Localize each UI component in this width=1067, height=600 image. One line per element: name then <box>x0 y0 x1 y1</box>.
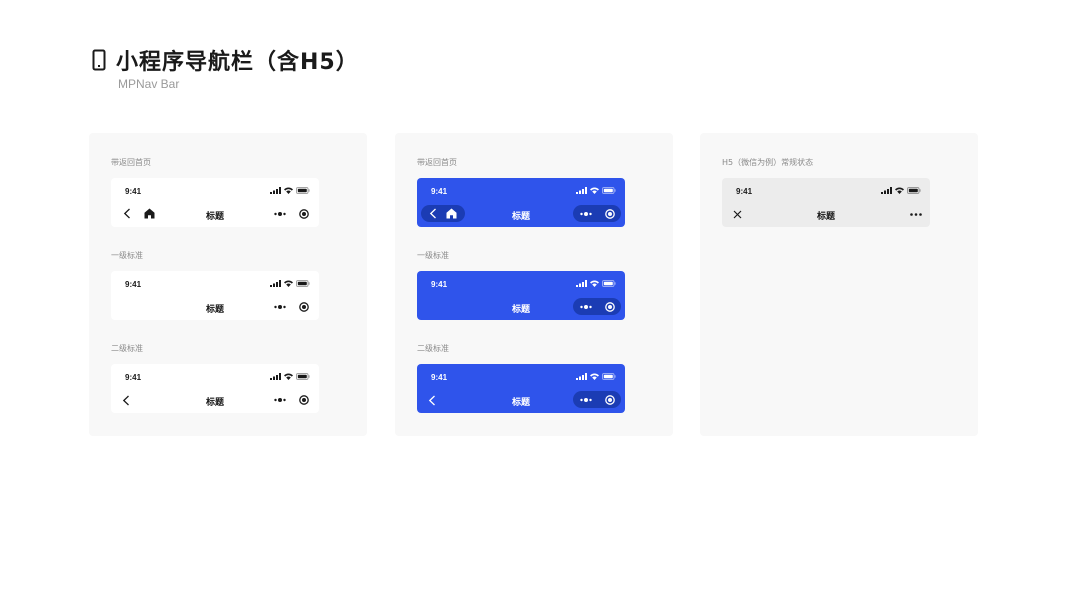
status-time: 9:41 <box>125 373 142 382</box>
target-icon[interactable] <box>604 394 615 405</box>
status-time: 9:41 <box>736 187 753 196</box>
signal-icon <box>576 187 587 194</box>
battery-icon <box>296 373 310 380</box>
wifi-icon <box>284 373 293 380</box>
target-icon[interactable] <box>604 208 615 219</box>
page-title: 小程序导航栏（含H5） <box>116 50 359 75</box>
page-header: 小程序导航栏（含H5） MPNav Bar <box>92 44 359 91</box>
battery-icon <box>602 280 616 287</box>
panel-h5: H5（微信为例）常规状态 9:41 标题 <box>700 133 978 436</box>
nav-bar-h5: 9:41 标题 <box>722 178 930 227</box>
wifi-icon <box>284 280 293 287</box>
menu-capsule <box>573 205 621 222</box>
section-label: H5（微信为例）常规状态 <box>722 158 814 167</box>
target-icon[interactable] <box>604 301 615 312</box>
more-icon[interactable] <box>579 211 592 216</box>
battery-icon <box>907 187 921 194</box>
nav-bar-primary: 9:41 标题 <box>111 271 319 320</box>
section-label: 二级标准 <box>111 344 143 353</box>
nav-title: 标题 <box>816 212 835 222</box>
status-time: 9:41 <box>431 187 448 196</box>
status-icons <box>881 186 921 195</box>
wifi-icon <box>590 280 599 287</box>
wifi-icon <box>284 187 293 194</box>
signal-icon <box>576 280 587 287</box>
nav-bar-with-home: 9:41 标题 <box>417 178 625 227</box>
signal-icon <box>270 373 281 380</box>
menu-capsule <box>267 298 315 315</box>
wifi-icon <box>590 373 599 380</box>
signal-icon <box>881 187 892 194</box>
phone-icon <box>92 49 106 71</box>
battery-icon <box>602 187 616 194</box>
nav-bar-secondary: 9:41 标题 <box>111 364 319 413</box>
status-icons <box>270 186 310 195</box>
more-icon[interactable] <box>579 397 592 402</box>
nav-bar-secondary: 9:41 标题 <box>417 364 625 413</box>
battery-icon <box>296 280 310 287</box>
status-time: 9:41 <box>431 280 448 289</box>
menu-capsule <box>573 391 621 408</box>
more-icon[interactable] <box>908 207 924 221</box>
target-icon[interactable] <box>298 208 309 219</box>
more-icon[interactable] <box>579 304 592 309</box>
signal-icon <box>270 280 281 287</box>
target-icon[interactable] <box>298 394 309 405</box>
menu-capsule <box>573 298 621 315</box>
status-time: 9:41 <box>125 187 142 196</box>
more-icon[interactable] <box>273 211 286 216</box>
status-icons <box>576 279 616 288</box>
status-icons <box>270 372 310 381</box>
nav-bar-with-home: 9:41 标题 <box>111 178 319 227</box>
section-label: 二级标准 <box>417 344 449 353</box>
section-label: 带返回首页 <box>111 158 151 167</box>
more-icon[interactable] <box>273 397 286 402</box>
signal-icon <box>270 187 281 194</box>
target-icon[interactable] <box>298 301 309 312</box>
panel-light: 带返回首页 9:41 标题 一级标准 9:41 标题 二级标准 9:41 标题 <box>89 133 367 436</box>
more-icon[interactable] <box>273 304 286 309</box>
battery-icon <box>296 187 310 194</box>
panel-blue: 带返回首页 9:41 标题 一级标准 9:41 标题 二级标准 9:41 标题 <box>395 133 673 436</box>
page-subtitle: MPNav Bar <box>118 77 180 91</box>
status-time: 9:41 <box>431 373 448 382</box>
wifi-icon <box>590 187 599 194</box>
status-time: 9:41 <box>125 280 142 289</box>
menu-capsule <box>267 391 315 408</box>
signal-icon <box>576 373 587 380</box>
wifi-icon <box>895 187 904 194</box>
section-label: 一级标准 <box>417 251 449 260</box>
status-icons <box>576 186 616 195</box>
section-label: 带返回首页 <box>417 158 457 167</box>
status-icons <box>576 372 616 381</box>
battery-icon <box>602 373 616 380</box>
section-label: 一级标准 <box>111 251 143 260</box>
nav-bar-primary: 9:41 标题 <box>417 271 625 320</box>
status-icons <box>270 279 310 288</box>
menu-capsule <box>267 205 315 222</box>
